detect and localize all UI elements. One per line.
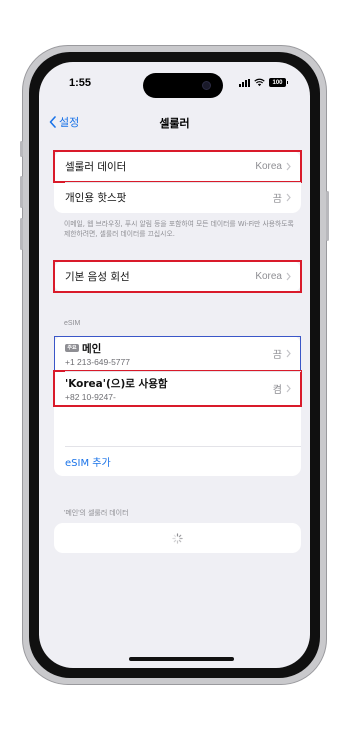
default-voice-line-row[interactable]: 기본 음성 회선 Korea — [53, 260, 302, 293]
screen: 1:55 100 설정 셀룰러 셀룰러 데이터 Korea 개인용 핫스팟 끔 … — [39, 62, 310, 668]
hotspot-note: 이메일, 웹 브라우징, 푸시 알림 등을 포함하여 모든 데이터를 Wi-Fi… — [64, 220, 294, 238]
esim-group: 주요 메인 +1 213-649-5777 끔 'Korea'(으)로 사용함 … — [53, 336, 302, 476]
esim-line-korea-text: 'Korea'(으)로 사용함 +82 10-9247- — [65, 376, 273, 402]
personal-hotspot-value: 끔 — [272, 194, 282, 205]
esim-section-header: eSIM — [64, 320, 81, 327]
esim-line-main-status: 끔 — [272, 350, 282, 361]
esim-line-main-name: 메인 — [82, 342, 102, 355]
camera-icon — [202, 81, 211, 90]
esim-line-main[interactable]: 주요 메인 +1 213-649-5777 끔 — [54, 336, 301, 371]
esim-line-main-number: +1 213-649-5777 — [65, 356, 130, 367]
personal-hotspot-label: 개인용 핫스팟 — [65, 192, 127, 204]
dynamic-island — [143, 73, 223, 98]
cellular-data-label: 셀룰러 데이터 — [65, 161, 127, 173]
chevron-right-icon — [286, 384, 291, 393]
phone-bezel: 1:55 100 설정 셀룰러 셀룰러 데이터 Korea 개인용 핫스팟 끔 … — [29, 52, 320, 678]
volume-down-button — [20, 218, 23, 250]
phone-frame: 1:55 100 설정 셀룰러 셀룰러 데이터 Korea 개인용 핫스팟 끔 … — [20, 45, 329, 685]
status-icons: 100 — [239, 78, 288, 87]
battery-icon: 100 — [269, 78, 288, 87]
esim-line-main-text: 주요 메인 +1 213-649-5777 — [65, 341, 273, 367]
chevron-right-icon — [286, 349, 291, 358]
chevron-right-icon — [286, 162, 291, 171]
spinner-icon — [172, 532, 183, 544]
cellular-data-value: Korea — [255, 161, 282, 172]
default-voice-line-label: 기본 음성 회선 — [65, 271, 130, 283]
add-esim-button[interactable]: eSIM 추가 — [54, 446, 301, 476]
chevron-right-icon — [286, 272, 291, 281]
loading-row — [54, 523, 301, 553]
esim-line-korea-number: +82 10-9247- — [65, 391, 116, 402]
default-voice-line-value: Korea — [255, 271, 282, 282]
voice-line-group: 기본 음성 회선 Korea — [53, 260, 302, 293]
action-button — [20, 141, 23, 157]
main-data-group — [54, 523, 301, 553]
status-time: 1:55 — [69, 77, 92, 89]
volume-up-button — [20, 176, 23, 208]
personal-hotspot-row[interactable]: 개인용 핫스팟 끔 — [54, 182, 301, 213]
home-indicator[interactable] — [129, 657, 234, 661]
page-title: 셀룰러 — [159, 117, 190, 130]
wifi-icon — [254, 78, 265, 87]
chevron-right-icon — [286, 193, 291, 202]
esim-line-main-title: 주요 메인 — [65, 341, 273, 356]
esim-spacer — [54, 406, 301, 446]
esim-line-korea-status: 켬 — [272, 385, 282, 396]
esim-line-korea-name: 'Korea'(으)로 사용함 — [65, 377, 168, 390]
main-data-section-header: '메인'의 셀룰러 데이터 — [64, 510, 129, 517]
cellular-group: 셀룰러 데이터 Korea 개인용 핫스팟 끔 — [53, 150, 302, 213]
power-button — [326, 191, 329, 241]
cellular-data-row[interactable]: 셀룰러 데이터 Korea — [53, 150, 302, 183]
esim-line-korea[interactable]: 'Korea'(으)로 사용함 +82 10-9247- 켬 — [53, 370, 302, 407]
sim-badge-icon: 주요 — [65, 344, 79, 352]
signal-icon — [239, 78, 250, 87]
